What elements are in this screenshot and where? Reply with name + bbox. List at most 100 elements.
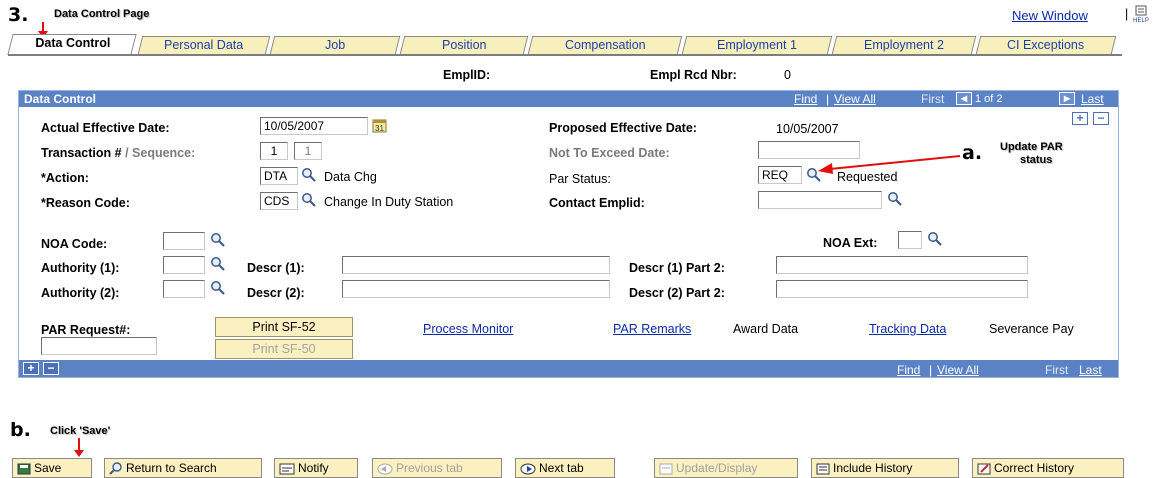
find-separator: |: [826, 92, 830, 106]
last-link[interactable]: Last: [1081, 92, 1104, 106]
first-label: First: [921, 92, 945, 106]
row-count: 1 of 2: [975, 93, 1003, 105]
contact-emplid-field[interactable]: [758, 191, 882, 209]
par-status-code-field[interactable]: REQ: [758, 166, 802, 184]
descr-2-field[interactable]: [342, 280, 610, 298]
action-lookup-icon[interactable]: [301, 167, 317, 183]
descr-2-part-2-field[interactable]: [776, 280, 1028, 298]
contact-emplid-label: Contact Emplid:: [549, 196, 645, 210]
svg-text:HELP: HELP: [1133, 18, 1149, 23]
footer-last-link[interactable]: Last: [1079, 363, 1102, 377]
previous-row-icon[interactable]: ◂: [956, 92, 972, 105]
noa-code-lookup-icon[interactable]: [210, 232, 226, 248]
actual-effective-date-field[interactable]: 10/05/2007: [260, 117, 368, 135]
panel-header: Data Control: [19, 91, 1118, 107]
authority-2-label: Authority (2):: [41, 286, 120, 300]
previous-tab-icon: [377, 463, 393, 475]
tab-employment-1[interactable]: Employment 1: [681, 36, 833, 54]
correct-history-button[interactable]: Correct History: [972, 458, 1124, 478]
tab-position[interactable]: Position: [399, 36, 529, 54]
descr-1-part-2-field[interactable]: [776, 256, 1028, 274]
print-sf52-button[interactable]: Print SF-52: [215, 317, 353, 337]
print-sf50-button: Print SF-50: [215, 339, 353, 359]
descr-1-part-2-label: Descr (1) Part 2:: [629, 261, 725, 275]
correct-history-icon: [977, 463, 991, 475]
tab-ci-exceptions[interactable]: CI Exceptions: [975, 36, 1117, 54]
update-display-button: Update/Display: [654, 458, 798, 478]
svg-text:31: 31: [375, 124, 384, 133]
save-button[interactable]: Save: [12, 458, 92, 478]
descr-2-label: Descr (2):: [247, 286, 305, 300]
footer-view-all-link[interactable]: View All: [937, 363, 979, 377]
footer-find-separator: |: [929, 363, 933, 377]
new-window-link[interactable]: New Window: [1012, 8, 1088, 23]
annotation-a-arrow: [818, 155, 961, 174]
contact-emplid-lookup-icon[interactable]: [887, 191, 903, 207]
add-row-icon[interactable]: +: [1072, 112, 1088, 125]
tab-baseline: [8, 54, 1122, 56]
action-description: Data Chg: [324, 170, 377, 184]
tab-compensation[interactable]: Compensation: [527, 36, 683, 54]
annotation-a-line2: status: [1020, 154, 1053, 166]
reason-code-label: *Reason Code:: [41, 196, 130, 210]
empl-rcd-value: 0: [784, 68, 791, 82]
annotation-b-caption: Click 'Save': [50, 425, 111, 437]
delete-row-icon[interactable]: −: [1093, 112, 1109, 125]
tab-employment-2[interactable]: Employment 2: [831, 36, 977, 54]
top-right-separator: |: [1125, 7, 1129, 21]
action-label: *Action:: [41, 171, 89, 185]
footer-first-label: First: [1045, 363, 1069, 377]
authority-1-lookup-icon[interactable]: [210, 256, 226, 272]
noa-code-field[interactable]: [163, 232, 205, 250]
descr-1-field[interactable]: [342, 256, 610, 274]
emplid-label: EmplID:: [443, 68, 491, 82]
par-status-label: Par Status:: [549, 172, 611, 186]
sequence-field: 1: [294, 142, 322, 160]
noa-ext-lookup-icon[interactable]: [927, 231, 943, 247]
severance-pay-text: Severance Pay: [989, 322, 1074, 336]
tab-job[interactable]: Job: [269, 36, 401, 54]
tab-personal-data[interactable]: Personal Data: [137, 36, 271, 54]
reason-code-lookup-icon[interactable]: [301, 192, 317, 208]
tab-data-control[interactable]: Data Control: [7, 34, 137, 55]
descr-2-part-2-label: Descr (2) Part 2:: [629, 286, 725, 300]
annotation-a-line1: Update PAR: [1000, 141, 1063, 153]
noa-code-label: NOA Code:: [41, 237, 108, 251]
calendar-icon[interactable]: 31: [372, 118, 388, 134]
next-tab-button[interactable]: Next tab: [515, 458, 615, 478]
empl-rcd-label: Empl Rcd Nbr:: [650, 68, 737, 82]
view-all-link[interactable]: View All: [834, 92, 876, 106]
tracking-data-link[interactable]: Tracking Data: [869, 322, 946, 336]
transaction-number-field[interactable]: 1: [260, 142, 288, 160]
reason-code-field[interactable]: CDS: [260, 192, 298, 210]
help-icon[interactable]: HELP: [1133, 5, 1149, 23]
footer-add-row-icon[interactable]: +: [23, 362, 39, 375]
par-request-label: PAR Request#:: [41, 323, 131, 337]
proposed-effective-date-label: Proposed Effective Date:: [549, 121, 697, 135]
par-remarks-link[interactable]: PAR Remarks: [613, 322, 691, 336]
action-code-field[interactable]: DTA: [260, 167, 298, 185]
step-3-caption: Data Control Page: [54, 8, 150, 20]
annotation-b-letter: b.: [10, 419, 31, 441]
authority-1-field[interactable]: [163, 256, 205, 274]
actual-effective-date-label: Actual Effective Date:: [41, 121, 170, 135]
annotation-a-letter: a.: [962, 142, 983, 164]
footer-find-link[interactable]: Find: [897, 363, 920, 377]
descr-1-label: Descr (1):: [247, 261, 305, 275]
noa-ext-field[interactable]: [898, 231, 922, 249]
authority-2-lookup-icon[interactable]: [210, 280, 226, 296]
process-monitor-link[interactable]: Process Monitor: [423, 322, 513, 336]
return-to-search-button[interactable]: Return to Search: [104, 458, 262, 478]
data-control-panel: Data Control Find | View All First ◂ 1 o…: [18, 90, 1119, 378]
annotation-b-arrow: [74, 438, 84, 457]
footer-delete-row-icon[interactable]: −: [43, 362, 59, 375]
next-row-icon[interactable]: ▸: [1059, 92, 1075, 105]
find-link[interactable]: Find: [794, 92, 817, 106]
notify-button[interactable]: Notify: [274, 458, 358, 478]
include-history-button[interactable]: Include History: [811, 458, 959, 478]
par-request-field[interactable]: [41, 337, 157, 355]
notify-icon: [279, 463, 295, 475]
authority-2-field[interactable]: [163, 280, 205, 298]
authority-1-label: Authority (1):: [41, 261, 120, 275]
panel-title: Data Control: [24, 92, 96, 106]
